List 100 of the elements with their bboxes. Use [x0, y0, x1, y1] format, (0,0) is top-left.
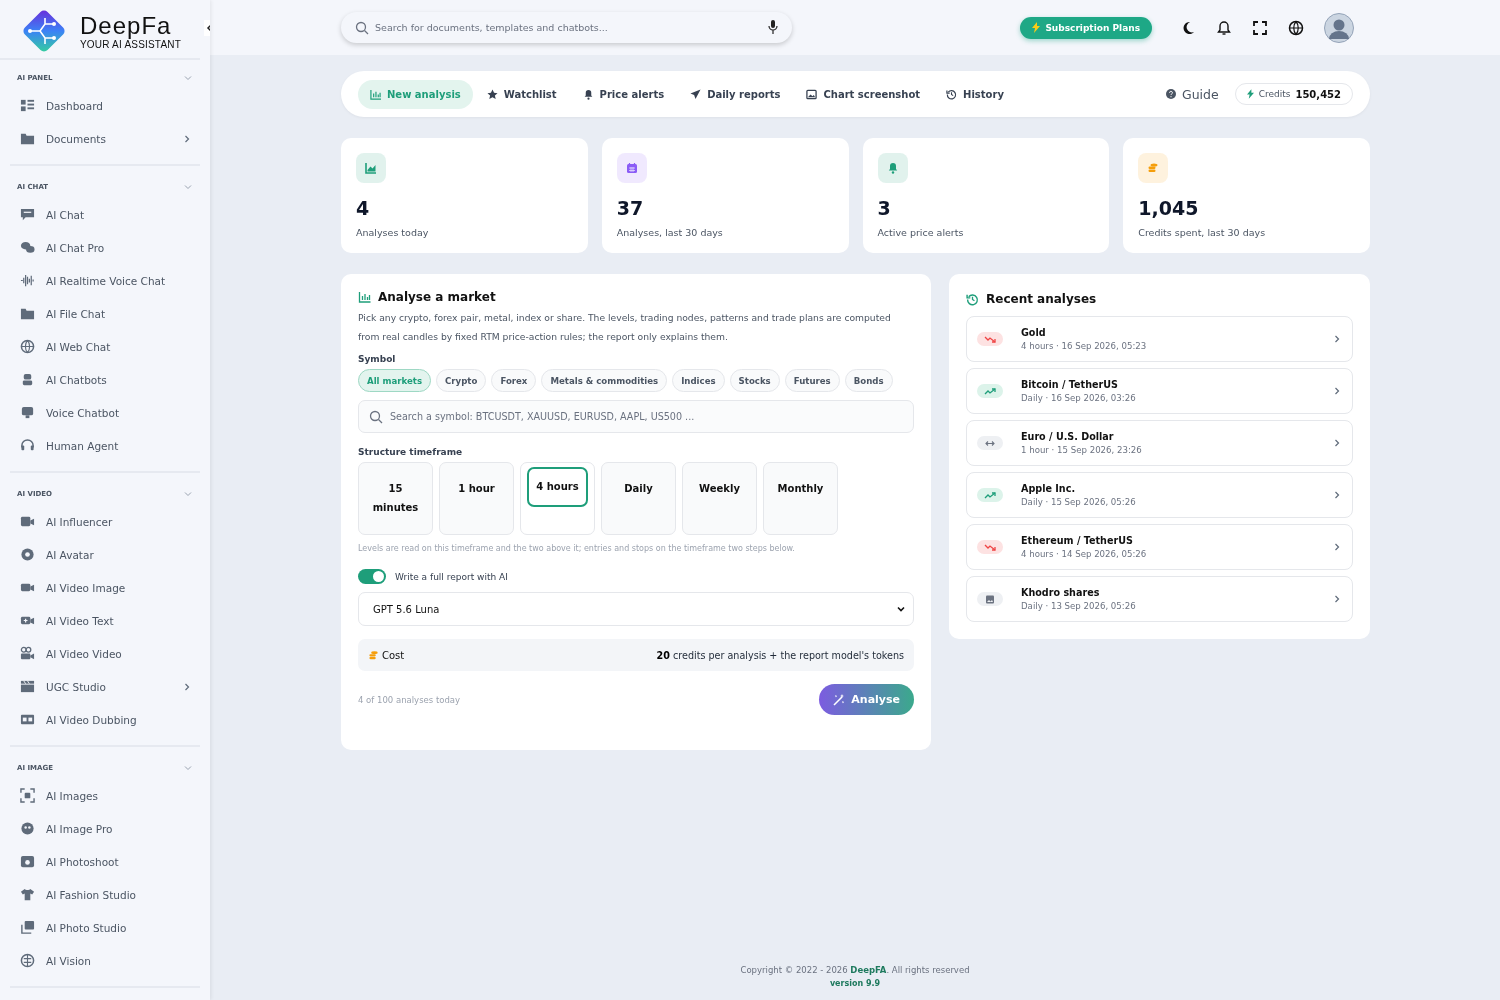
- video-camera-icon: [20, 514, 35, 529]
- sidebar-item[interactable]: AI Web Chat: [10, 330, 200, 363]
- globe-icon: [20, 339, 35, 354]
- microphone-button[interactable]: [768, 20, 778, 34]
- stat-label: Analyses today: [356, 227, 430, 238]
- toggle-switch[interactable]: [358, 569, 386, 584]
- sidebar-item[interactable]: AI Fashion Studio: [10, 878, 200, 911]
- guide-button[interactable]: Guide: [1165, 86, 1219, 102]
- bell-icon: [582, 88, 594, 100]
- sidebar-item[interactable]: AI Photoshoot: [10, 845, 200, 878]
- globe-icon: [1288, 19, 1304, 36]
- recent-analysis-item[interactable]: Ethereum / TetherUS 4 hours · 14 Sep 2026, 05:26: [966, 524, 1353, 570]
- language-button[interactable]: [1288, 19, 1304, 36]
- notifications-button[interactable]: [1216, 19, 1232, 36]
- tab[interactable]: History: [934, 79, 1016, 109]
- item-subtitle: 4 hours · 16 Sep 2026, 05:23: [1021, 341, 1148, 351]
- item-subtitle: Daily · 15 Sep 2026, 05:26: [1021, 497, 1137, 507]
- tab[interactable]: Daily reports: [678, 79, 793, 109]
- avatar-icon[interactable]: [1324, 12, 1354, 43]
- filter-chip[interactable]: Crypto: [436, 369, 487, 392]
- bell-icon: [1216, 19, 1232, 36]
- recent-analysis-item[interactable]: Khodro shares Daily · 13 Sep 2026, 05:26: [966, 576, 1353, 622]
- help-icon: [1165, 89, 1176, 99]
- timeframe-option[interactable]: Weekly: [682, 462, 757, 535]
- timeframe-option[interactable]: 1 hour: [439, 462, 514, 535]
- timeframe-option[interactable]: Monthly: [763, 462, 838, 535]
- sidebar-item[interactable]: AI Chat: [10, 198, 200, 231]
- stat-label: Analyses, last 30 days: [616, 227, 724, 238]
- field-label: Structure timeframe: [358, 447, 464, 457]
- bar-chart-icon: [370, 88, 381, 100]
- version-text: version 9.9: [829, 979, 881, 988]
- tab[interactable]: Price alerts: [570, 79, 677, 109]
- filter-chip[interactable]: Futures: [784, 369, 840, 392]
- coins-icon: [368, 649, 379, 661]
- sidebar-item[interactable]: AI Chat Pro: [10, 231, 200, 264]
- model-select[interactable]: GPT 5.6 Luna: [358, 592, 914, 626]
- item-title: Gold: [1021, 327, 1047, 338]
- timeframe-option[interactable]: 15 minutes: [358, 462, 433, 535]
- sidebar-item[interactable]: Voice Chatbot: [10, 396, 200, 429]
- sidebar-item[interactable]: AI Influencer: [10, 505, 200, 538]
- sidebar-item[interactable]: Dashboard: [10, 89, 200, 122]
- item-subtitle: Daily · 13 Sep 2026, 05:26: [1021, 601, 1137, 611]
- recent-analysis-item[interactable]: Gold 4 hours · 16 Sep 2026, 05:23: [966, 316, 1353, 362]
- item-subtitle: Daily · 16 Sep 2026, 03:26: [1021, 393, 1137, 403]
- tab[interactable]: Chart screenshot: [794, 79, 933, 109]
- recent-analysis-item[interactable]: Bitcoin / TetherUS Daily · 16 Sep 2026, 03:26: [966, 368, 1353, 414]
- bar-chart-icon: [358, 291, 371, 303]
- copyright-text: Copyright © 2022 - 2026 DeepFA. All rights reserved: [740, 965, 970, 975]
- caret-icon: [896, 604, 906, 614]
- item-title: Bitcoin / TetherUS: [1021, 379, 1119, 390]
- fullscreen-button[interactable]: [1252, 19, 1268, 36]
- recent-analysis-item[interactable]: Apple Inc. Daily · 15 Sep 2026, 05:26: [966, 472, 1353, 518]
- sidebar-item[interactable]: AI File Chat: [10, 297, 200, 330]
- aperture-icon: [20, 547, 35, 562]
- credits-value: 150,452: [1295, 88, 1341, 100]
- chevron-right-icon: [1332, 594, 1342, 604]
- sidebar-item[interactable]: AI Image Pro: [10, 812, 200, 845]
- sidebar-item[interactable]: AI Video Text: [10, 604, 200, 637]
- sidebar-item[interactable]: UGC Studio: [10, 670, 200, 703]
- recent-analysis-item[interactable]: Euro / U.S. Dollar 1 hour · 15 Sep 2026, 23:26: [966, 420, 1353, 466]
- sidebar-item[interactable]: AI Video Image: [10, 571, 200, 604]
- filter-chip[interactable]: Indices: [672, 369, 725, 392]
- image-icon: [806, 88, 818, 100]
- photos-icon: [20, 920, 35, 935]
- sidebar-item[interactable]: AI Avatar: [10, 538, 200, 571]
- tab[interactable]: Watchlist: [474, 79, 569, 109]
- focus-icon: [20, 788, 35, 803]
- sidebar-item[interactable]: AI Images: [10, 779, 200, 812]
- search-field[interactable]: Search for documents, templates and chatbots...: [341, 12, 792, 43]
- symbol-search-field[interactable]: Search a symbol: BTCUSDT, XAUUSD, EURUSD, AAPL, US500 ...: [358, 400, 914, 433]
- chevron-right-icon: [1332, 490, 1342, 500]
- lightning-icon: [1032, 22, 1041, 33]
- timeframe-option[interactable]: 4 hours: [520, 462, 595, 535]
- search-icon: [369, 410, 383, 424]
- fullscreen-icon: [1252, 19, 1268, 36]
- sidebar-item[interactable]: Documents: [10, 122, 200, 155]
- sidebar-item[interactable]: AI Vision: [10, 944, 200, 977]
- stat-value: 3: [877, 197, 892, 219]
- grid-icon: [20, 98, 35, 113]
- trend-up-icon: [984, 385, 996, 397]
- sidebar-item[interactable]: AI Realtime Voice Chat: [10, 264, 200, 297]
- sidebar-item[interactable]: Human Agent: [10, 429, 200, 462]
- sidebar-item[interactable]: AI Chatbots: [10, 363, 200, 396]
- sidebar-item[interactable]: AI Video Dubbing: [10, 703, 200, 736]
- camera-icon: [20, 854, 35, 869]
- usage-text: 4 of 100 analyses today: [358, 694, 461, 705]
- paper-plane-icon: [690, 88, 702, 100]
- filter-chip[interactable]: Forex: [491, 369, 537, 392]
- trend-up-icon: [984, 489, 996, 501]
- sidebar-item[interactable]: AI Video Video: [10, 637, 200, 670]
- sidebar-item[interactable]: AI Photo Studio: [10, 911, 200, 944]
- chevron-right-icon: [1332, 438, 1342, 448]
- filter-chip[interactable]: Bonds: [844, 369, 893, 392]
- timeframe-option[interactable]: Daily: [601, 462, 676, 535]
- filter-chip[interactable]: Metals & commodities: [541, 369, 668, 392]
- star-icon: [486, 88, 498, 100]
- analyse-button[interactable]: Analyse: [819, 684, 914, 715]
- credits-label: Credits: [1258, 89, 1291, 99]
- filter-chip[interactable]: Stocks: [729, 369, 780, 392]
- folder-icon: [20, 306, 35, 321]
